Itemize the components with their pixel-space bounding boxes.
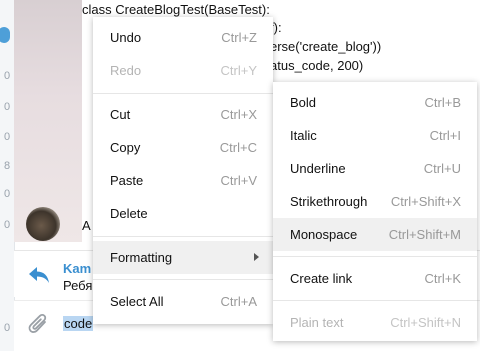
chat-count: 8 (3, 160, 11, 172)
chat-count: 0 (3, 322, 11, 334)
chat-count: 0 (3, 101, 11, 113)
message-text: A (82, 218, 91, 233)
reply-preview: Ребя (63, 278, 93, 293)
menu-separator (93, 93, 273, 94)
menu-item-label: Bold (290, 95, 317, 110)
code-line: class CreateBlogTest(BaseTest): (82, 2, 270, 17)
chat-count: 0 (3, 131, 11, 143)
menu-item-label: Redo (110, 63, 142, 78)
menu-item-shortcut: Ctrl+A (220, 294, 257, 309)
menu-item-monospace[interactable]: Monospace Ctrl+Shift+M (273, 218, 477, 251)
menu-separator (273, 300, 477, 301)
unread-badge (0, 27, 10, 43)
menu-item-shortcut: Ctrl+C (219, 140, 257, 155)
menu-item-label: Underline (290, 161, 346, 176)
menu-item-shortcut: Ctrl+I (429, 128, 461, 143)
avatar[interactable] (26, 207, 60, 241)
menu-item-shortcut: Ctrl+V (220, 173, 257, 188)
menu-item-label: Formatting (110, 250, 173, 265)
menu-item-italic[interactable]: Italic Ctrl+I (273, 119, 477, 152)
menu-item-select-all[interactable]: Select All Ctrl+A (93, 285, 273, 318)
menu-item-shortcut: Ctrl+Shift+X (390, 194, 461, 209)
chat-count: 0 (3, 219, 11, 231)
menu-item-label: Strikethrough (290, 194, 368, 209)
paperclip-icon[interactable] (28, 313, 50, 341)
chat-count: 0 (3, 188, 11, 200)
menu-separator (93, 279, 273, 280)
menu-item-label: Select All (110, 294, 164, 309)
menu-item-create-link[interactable]: Create link Ctrl+K (273, 262, 477, 295)
message-input[interactable]: code (63, 316, 94, 331)
code-line: erse('create_blog')) (270, 39, 382, 54)
menu-item-label: Create link (290, 271, 353, 286)
menu-item-label: Cut (110, 107, 131, 122)
formatting-submenu: Bold Ctrl+B Italic Ctrl+I Underline Ctrl… (273, 82, 477, 341)
menu-item-label: Copy (110, 140, 141, 155)
menu-item-shortcut: Ctrl+Shift+M (388, 227, 461, 242)
menu-item-shortcut: Ctrl+Y (220, 63, 257, 78)
menu-item-copy[interactable]: Copy Ctrl+C (93, 131, 273, 164)
code-line: atus_code, 200) (270, 58, 364, 73)
menu-item-redo[interactable]: Redo Ctrl+Y (93, 54, 273, 87)
menu-item-shortcut: Ctrl+U (423, 161, 461, 176)
menu-item-plain-text[interactable]: Plain text Ctrl+Shift+N (273, 306, 477, 339)
menu-item-cut[interactable]: Cut Ctrl+X (93, 98, 273, 131)
submenu-arrow-icon (254, 253, 259, 261)
menu-item-shortcut: Ctrl+K (424, 271, 461, 286)
menu-item-label: Undo (110, 30, 142, 45)
menu-separator (273, 256, 477, 257)
chat-list-strip[interactable] (0, 0, 15, 351)
menu-item-shortcut: Ctrl+B (424, 95, 461, 110)
menu-item-label: Paste (110, 173, 144, 188)
menu-item-strikethrough[interactable]: Strikethrough Ctrl+Shift+X (273, 185, 477, 218)
menu-item-label: Monospace (290, 227, 358, 242)
menu-item-paste[interactable]: Paste Ctrl+V (93, 164, 273, 197)
reply-arrow-icon[interactable] (28, 266, 50, 288)
menu-item-label: Italic (290, 128, 317, 143)
menu-item-label: Plain text (290, 315, 344, 330)
context-menu: Undo Ctrl+Z Redo Ctrl+Y Cut Ctrl+X Copy … (93, 17, 273, 324)
menu-item-label: Delete (110, 206, 148, 221)
menu-item-underline[interactable]: Underline Ctrl+U (273, 152, 477, 185)
menu-item-shortcut: Ctrl+Shift+N (390, 315, 461, 330)
menu-separator (93, 236, 273, 237)
menu-item-shortcut: Ctrl+Z (221, 30, 257, 45)
menu-item-formatting[interactable]: Formatting (93, 241, 273, 274)
menu-item-delete[interactable]: Delete (93, 197, 273, 230)
chat-count: 0 (3, 70, 11, 82)
menu-item-shortcut: Ctrl+X (220, 107, 257, 122)
menu-item-undo[interactable]: Undo Ctrl+Z (93, 21, 273, 54)
reply-author: Kam (63, 261, 92, 276)
menu-item-bold[interactable]: Bold Ctrl+B (273, 86, 477, 119)
